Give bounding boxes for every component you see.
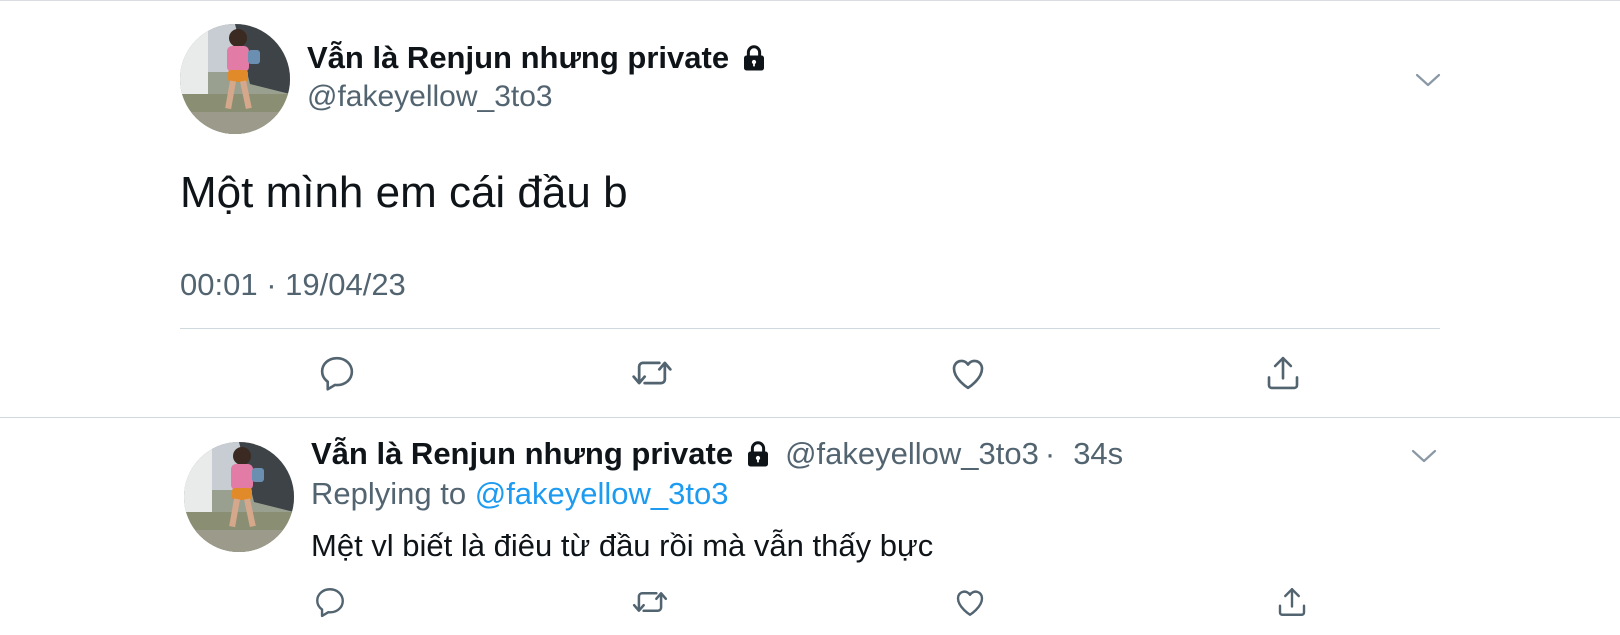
avatar[interactable] (184, 442, 294, 552)
reply-button[interactable] (314, 350, 360, 396)
main-tweet: Vẫn là Renjun nhưng private @fakeyellow_… (0, 0, 1620, 417)
heart-icon (956, 590, 984, 616)
reply-tweet: Vẫn là Renjun nhưng private @fakeyellow_… (0, 418, 1620, 635)
handle[interactable]: @fakeyellow_3to3 (785, 436, 1039, 472)
author-name-row: Vẫn là Renjun nhưng private (307, 40, 769, 76)
avatar-image (184, 442, 294, 552)
like-button[interactable] (945, 350, 991, 396)
retweet-button[interactable] (629, 350, 675, 396)
tweet-text: Mệt vl biết là điêu từ đầu rồi mà vẫn th… (311, 528, 934, 563)
replying-to-mention[interactable]: @fakeyellow_3to3 (475, 476, 729, 511)
tweet-text: Một mình em cái đầu b (180, 168, 628, 217)
display-name[interactable]: Vẫn là Renjun nhưng private (307, 40, 729, 76)
share-icon (1278, 588, 1306, 616)
reply-icon (320, 356, 354, 391)
time-ago[interactable]: 34s (1073, 436, 1123, 472)
reply-button[interactable] (310, 582, 350, 622)
divider (180, 328, 1440, 329)
retweet-icon (632, 361, 672, 385)
chevron-down-icon[interactable] (1414, 66, 1442, 94)
handle[interactable]: @fakeyellow_3to3 (307, 80, 553, 114)
tweet-timestamp[interactable]: 00:01 · 19/04/23 (180, 267, 406, 303)
avatar[interactable] (180, 24, 290, 134)
lock-icon (743, 439, 773, 469)
like-button[interactable] (950, 582, 990, 622)
share-button[interactable] (1272, 582, 1312, 622)
reply-icon (316, 588, 344, 618)
replying-to-line: Replying to @fakeyellow_3to3 (311, 476, 729, 512)
chevron-down-icon[interactable] (1410, 442, 1438, 470)
author-name-row: Vẫn là Renjun nhưng private @fakeyellow_… (311, 436, 1123, 472)
lock-icon (739, 43, 769, 73)
share-button[interactable] (1260, 350, 1306, 396)
separator-dot: · (1044, 436, 1056, 471)
retweet-button[interactable] (630, 582, 670, 622)
replying-label: Replying to (311, 476, 467, 511)
avatar-image (180, 24, 290, 134)
heart-icon (952, 359, 984, 390)
display-name[interactable]: Vẫn là Renjun nhưng private (311, 436, 733, 472)
retweet-icon (632, 592, 668, 612)
share-icon (1267, 356, 1299, 390)
